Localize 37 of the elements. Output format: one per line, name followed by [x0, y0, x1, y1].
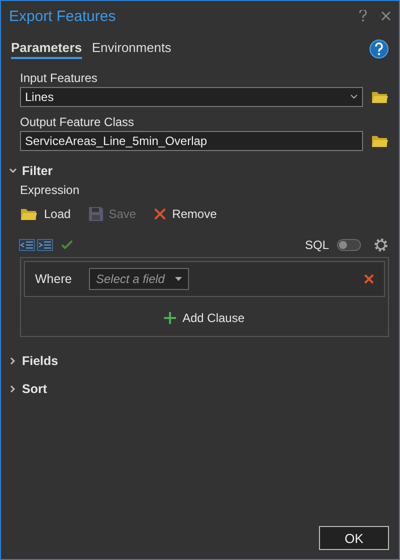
remove-icon: [154, 208, 166, 220]
sql-label: SQL: [304, 238, 329, 252]
folder-icon[interactable]: [20, 207, 38, 221]
section-header[interactable]: Fields: [1, 349, 399, 373]
folder-icon[interactable]: [371, 134, 389, 148]
parameter-label: Input Features: [20, 71, 98, 85]
add-clause-button[interactable]: Add Clause: [21, 300, 388, 336]
caret-icon: [175, 277, 182, 281]
ok-button[interactable]: OK: [319, 526, 389, 550]
chevron-icon[interactable]: [350, 94, 358, 100]
sql-toggle[interactable]: [337, 239, 361, 251]
field-dropdown[interactable]: Select a field: [89, 268, 189, 290]
folder-icon[interactable]: [371, 90, 389, 104]
outdent-icon[interactable]: [19, 239, 35, 251]
settings-icon[interactable]: [373, 237, 389, 253]
input-dropdown[interactable]: Lines: [20, 87, 363, 107]
chevron-icon[interactable]: [9, 167, 17, 175]
input-field[interactable]: ServiceAreas_Line_5min_Overlap: [20, 131, 363, 151]
parameter-label: Output Feature Class: [20, 115, 136, 129]
section-header[interactable]: Sort: [1, 377, 399, 401]
section-header[interactable]: Filter: [1, 159, 399, 183]
help-icon[interactable]: [369, 39, 389, 59]
remove-button[interactable]: Remove: [154, 207, 217, 221]
chevron-icon[interactable]: [9, 385, 17, 393]
chevron-icon[interactable]: [9, 357, 17, 365]
load-button[interactable]: Load: [20, 207, 71, 221]
tab[interactable]: Environments: [92, 40, 172, 59]
save-icon: [88, 207, 103, 221]
where-label: Where: [35, 272, 73, 286]
indent-icon[interactable]: [37, 239, 53, 251]
check-icon[interactable]: [61, 240, 73, 250]
close-icon[interactable]: [381, 11, 391, 21]
close-icon[interactable]: [364, 274, 374, 284]
tab[interactable]: Parameters: [11, 40, 82, 59]
plus-icon: [164, 312, 176, 324]
expression-label: Expression: [20, 183, 80, 197]
window-title: Export Features: [9, 8, 117, 24]
